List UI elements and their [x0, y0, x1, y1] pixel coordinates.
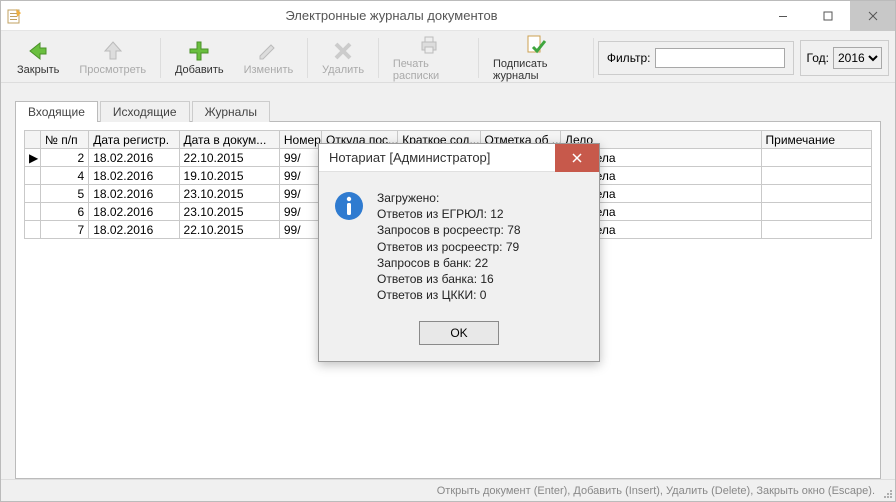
separator [478, 38, 479, 78]
check-document-icon [524, 33, 548, 57]
cell-regdate: 18.02.2016 [89, 221, 179, 239]
dialog-title: Нотариат [Администратор] [329, 150, 555, 165]
plus-icon [187, 39, 211, 63]
filter-group: Фильтр: [598, 41, 794, 75]
sign-button[interactable]: Подписать журналы [483, 31, 589, 84]
arrow-left-icon [26, 39, 50, 63]
app-icon [7, 8, 23, 24]
toolbar: Закрыть Просмотреть Добавить Изменить Уд… [1, 31, 895, 83]
year-label: Год: [807, 51, 829, 65]
arrow-up-icon [101, 39, 125, 63]
close-window-button[interactable] [850, 1, 895, 31]
cell-remark [761, 149, 871, 167]
cell-remark [761, 203, 871, 221]
separator [378, 38, 379, 78]
cell-number: 99/ [279, 149, 321, 167]
separator [593, 38, 594, 78]
ok-button[interactable]: OK [419, 321, 499, 345]
cell-remark [761, 221, 871, 239]
row-marker [25, 185, 41, 203]
dialog-close-button[interactable] [555, 144, 599, 172]
filter-label: Фильтр: [607, 51, 651, 65]
col-regdate[interactable]: Дата регистр. [89, 131, 179, 149]
cell-number: 99/ [279, 185, 321, 203]
row-marker: ▶ [25, 149, 41, 167]
cell-regdate: 18.02.2016 [89, 167, 179, 185]
cell-num: 7 [41, 221, 89, 239]
size-grip-icon[interactable] [881, 487, 893, 499]
row-marker [25, 203, 41, 221]
year-group: Год: 2016 [800, 40, 889, 76]
window-title: Электронные журналы документов [23, 8, 760, 23]
cell-number: 99/ [279, 221, 321, 239]
info-icon [333, 190, 365, 222]
separator [307, 38, 308, 78]
status-text: Открыть документ (Enter), Добавить (Inse… [437, 485, 875, 497]
x-icon [331, 39, 355, 63]
close-button[interactable]: Закрыть [7, 37, 69, 78]
separator [160, 38, 161, 78]
row-marker [25, 221, 41, 239]
cell-docdate: 19.10.2015 [179, 167, 279, 185]
titlebar: Электронные журналы документов [1, 1, 895, 31]
minimize-button[interactable] [760, 1, 805, 31]
cell-docdate: 22.10.2015 [179, 221, 279, 239]
cell-regdate: 18.02.2016 [89, 149, 179, 167]
col-number[interactable]: Номер [279, 131, 321, 149]
col-docdate[interactable]: Дата в докум... [179, 131, 279, 149]
cell-remark [761, 185, 871, 203]
cell-docdate: 23.10.2015 [179, 185, 279, 203]
view-button[interactable]: Просмотреть [69, 37, 156, 78]
cell-number: 99/ [279, 167, 321, 185]
year-select[interactable]: 2016 [833, 47, 882, 69]
message-dialog: Нотариат [Администратор] Загружено: Отве… [318, 143, 600, 362]
tab-journals[interactable]: Журналы [192, 101, 270, 122]
col-remark[interactable]: Примечание [761, 131, 871, 149]
cell-remark [761, 167, 871, 185]
cell-number: 99/ [279, 203, 321, 221]
print-button[interactable]: Печать расписки [383, 31, 474, 84]
row-marker [25, 167, 41, 185]
cell-num: 2 [41, 149, 89, 167]
cell-num: 6 [41, 203, 89, 221]
printer-icon [417, 33, 441, 57]
cell-docdate: 23.10.2015 [179, 203, 279, 221]
dialog-message: Загружено: Ответов из ЕГРЮЛ: 12 Запросов… [377, 190, 521, 303]
cell-docdate: 22.10.2015 [179, 149, 279, 167]
cell-num: 5 [41, 185, 89, 203]
statusbar: Открыть документ (Enter), Добавить (Inse… [1, 479, 895, 501]
col-num[interactable]: № п/п [41, 131, 89, 149]
tab-outgoing[interactable]: Исходящие [100, 101, 190, 122]
tabstrip: Входящие Исходящие Журналы [15, 97, 881, 121]
cell-regdate: 18.02.2016 [89, 185, 179, 203]
col-marker[interactable] [25, 131, 41, 149]
edit-button[interactable]: Изменить [234, 37, 304, 78]
delete-button[interactable]: Удалить [312, 37, 374, 78]
cell-num: 4 [41, 167, 89, 185]
maximize-button[interactable] [805, 1, 850, 31]
cell-regdate: 18.02.2016 [89, 203, 179, 221]
pencil-icon [256, 39, 280, 63]
tab-incoming[interactable]: Входящие [15, 101, 98, 122]
filter-input[interactable] [655, 48, 785, 68]
add-button[interactable]: Добавить [165, 37, 234, 78]
